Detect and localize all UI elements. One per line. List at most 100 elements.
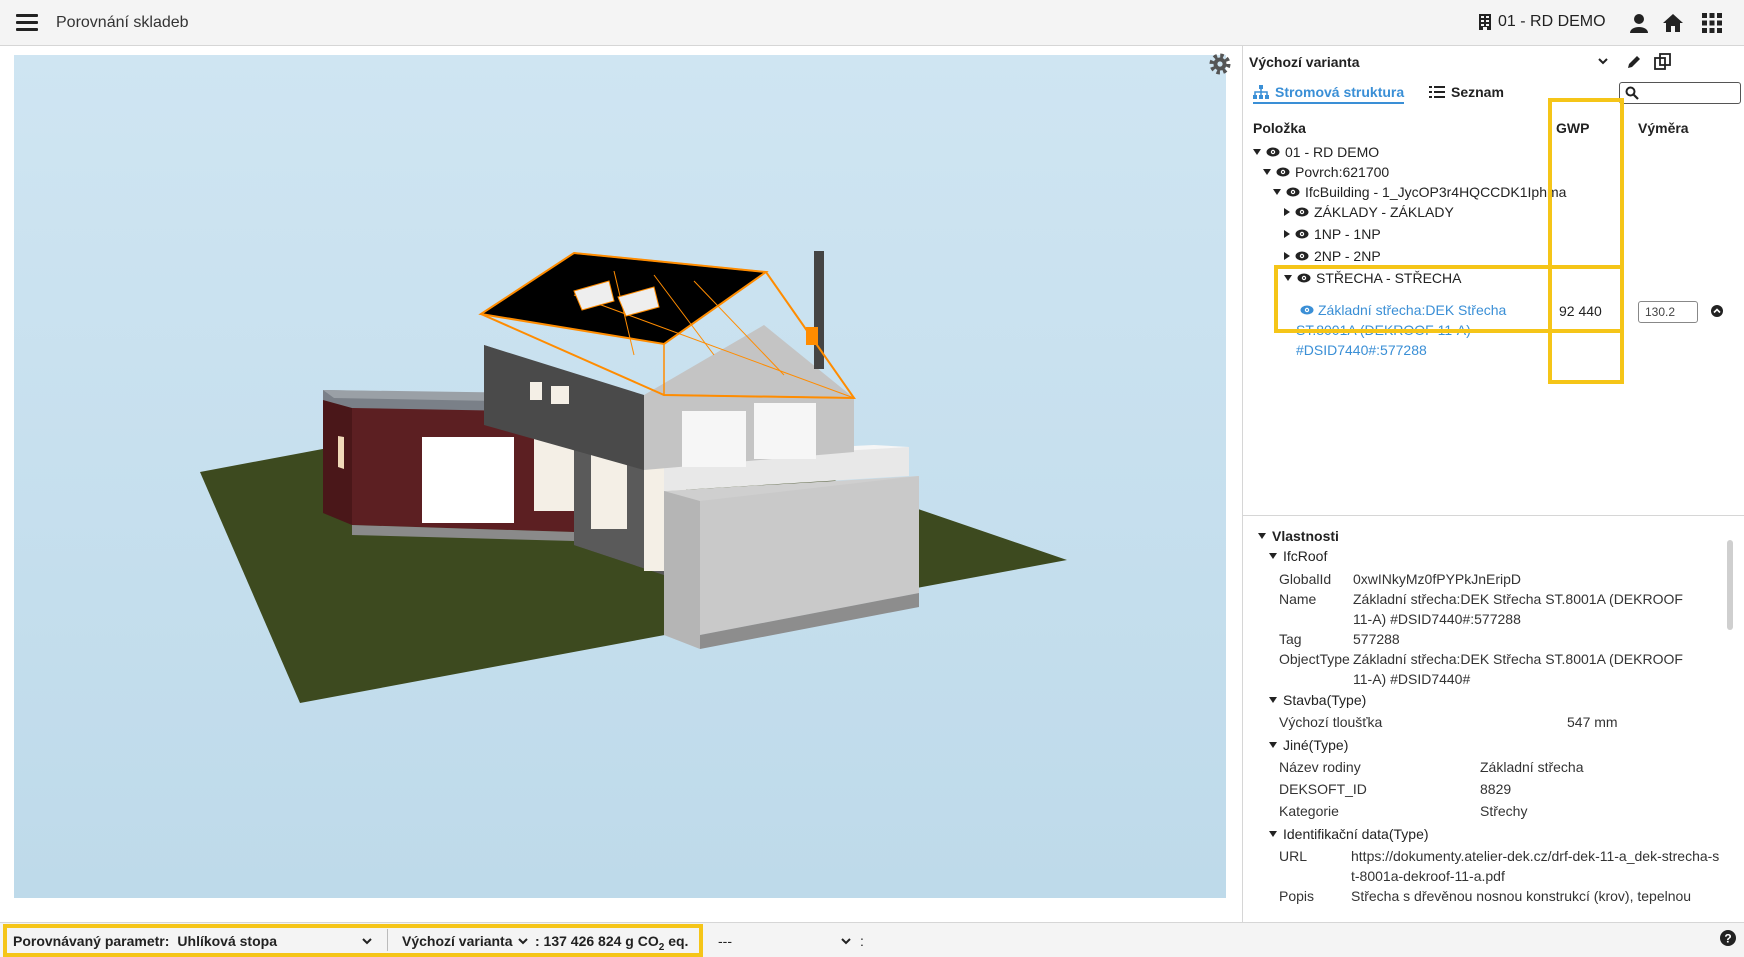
copy-icon[interactable] [1653,52,1673,72]
collapse-toggle-icon[interactable] [1269,697,1277,703]
tab-list[interactable]: Seznam [1429,84,1504,100]
variant-name: Výchozí varianta [1249,54,1360,70]
base-variant-selector[interactable]: Výchozí varianta [402,933,529,949]
property-value: Základní střecha:DEK Střecha ST.8001A (D… [1353,651,1683,687]
expand-toggle-icon[interactable] [1284,252,1290,260]
parameter-selector[interactable]: Porovnávaný parametr: Uhlíková stopa [13,933,373,949]
property-section[interactable]: Jiné(Type) [1269,737,1348,753]
property-key: Tag [1279,631,1302,647]
property-section-title: Stavba(Type) [1283,692,1367,708]
eye-icon[interactable] [1297,273,1311,283]
property-section[interactable]: Identifikační data(Type) [1269,826,1429,842]
expand-toggle-icon[interactable] [1253,149,1261,155]
property-section-title: Jiné(Type) [1283,737,1349,753]
help-icon[interactable]: ? [1720,930,1736,946]
collapse-toggle-icon[interactable] [1269,831,1277,837]
tree-node-label: Povrch:621700 [1295,164,1390,180]
eye-icon[interactable] [1295,251,1309,261]
column-header-item: Položka [1253,120,1306,136]
property-value: Základní střecha [1480,759,1584,775]
svg-text:?: ? [1724,932,1731,946]
compare-variant-name: --- [718,933,732,949]
variant-selector[interactable]: Výchozí varianta [1243,46,1744,80]
tree-node[interactable]: Povrch:621700 [1263,162,1389,182]
collapse-toggle-icon[interactable] [1258,533,1266,539]
area-input[interactable] [1638,301,1698,323]
property-key: GlobalId [1279,571,1332,587]
collapse-toggle-icon[interactable] [1269,553,1277,559]
tree-node-label: IfcBuilding - 1_JycOP3r4HQCCDK1Iphma [1305,184,1567,200]
compare-variant-selector[interactable]: --- : [718,933,864,949]
property-key: Název rodiny [1279,759,1361,775]
panel-tabs: Stromová struktura Seznam [1243,80,1744,108]
expand-toggle-icon[interactable] [1284,230,1290,238]
tree-node[interactable]: STŘECHA - STŘECHA [1284,268,1461,288]
apps-grid-icon[interactable] [1701,12,1723,34]
selected-item-label: Základní střecha:DEK Střecha ST.8001A (D… [1296,302,1507,358]
column-header-area: Výměra [1638,120,1689,136]
expand-toggle-icon[interactable] [1263,169,1271,175]
property-key: ObjectType [1279,651,1350,667]
settings-gear-icon[interactable] [1208,52,1232,76]
divider [387,929,388,951]
property-value: Střechy [1480,803,1528,819]
search-box[interactable] [1619,82,1741,104]
expand-toggle-icon[interactable] [1284,275,1292,281]
search-input[interactable] [1642,84,1738,102]
property-section-title: Identifikační data(Type) [1283,826,1429,842]
building-icon [1479,14,1491,30]
page-title: Porovnání skladeb [56,14,189,31]
properties-scrollbar[interactable] [1727,540,1733,630]
project-selector[interactable]: 01 - RD DEMO [1478,13,1606,31]
property-value: 8829 [1480,781,1512,797]
eye-icon[interactable] [1286,187,1300,197]
chevron-down-icon[interactable] [361,935,373,947]
tree-node[interactable]: 01 - RD DEMO [1253,142,1379,162]
top-bar: Porovnání skladeb 01 - RD DEMO [0,0,1744,46]
properties-header[interactable]: Vlastnosti [1258,528,1339,544]
tree-view: 01 - RD DEMO Povrch:621700 IfcBuilding -… [1243,142,1744,442]
chevron-down-icon[interactable] [1597,55,1609,67]
compare-colon: : [860,933,864,949]
expand-toggle-icon[interactable] [1284,208,1290,216]
search-icon [1625,86,1639,100]
property-key: Name [1279,591,1317,607]
properties-panel: Vlastnosti IfcRoof GlobalId 0xwINkyMz0fP… [1242,522,1722,922]
tree-node[interactable]: IfcBuilding - 1_JycOP3r4HQCCDK1Iphma [1273,182,1566,202]
panel-divider [1242,515,1744,516]
tree-node[interactable]: 2NP - 2NP [1284,246,1381,266]
expand-toggle-icon[interactable] [1273,189,1281,195]
eye-icon[interactable] [1276,167,1290,177]
selected-tree-item[interactable]: Základní střecha:DEK Střecha ST.8001A (D… [1296,300,1536,360]
tab-tree-label: Stromová struktura [1275,84,1405,100]
chevron-up-circle-icon[interactable] [1711,305,1723,317]
eye-icon[interactable] [1295,207,1309,217]
building-model[interactable] [14,55,1226,898]
hamburger-menu-icon[interactable] [16,14,38,32]
property-section-title: IfcRoof [1283,548,1328,564]
user-icon[interactable] [1628,12,1650,34]
property-key: Popis [1279,888,1315,904]
property-value: 0xwINkyMz0fPYPkJnEripD [1353,571,1522,587]
parameter-value: Uhlíková stopa [177,933,277,949]
3d-viewport[interactable] [14,55,1226,898]
tree-node[interactable]: ZÁKLADY - ZÁKLADY [1284,202,1454,222]
chevron-down-icon[interactable] [517,935,529,947]
selected-item-gwp: 92 440 [1559,303,1602,319]
eye-icon[interactable] [1266,147,1280,157]
edit-pencil-icon[interactable] [1625,53,1643,71]
project-name: 01 - RD DEMO [1498,13,1606,30]
chevron-down-icon[interactable] [840,935,852,947]
home-icon[interactable] [1662,12,1684,34]
property-section[interactable]: IfcRoof [1269,548,1327,564]
collapse-toggle-icon[interactable] [1269,742,1277,748]
tree-node-label: STŘECHA - STŘECHA [1316,270,1462,286]
total-value-unit: eq. [664,933,689,949]
eye-icon[interactable] [1295,229,1309,239]
property-value[interactable]: https://dokumenty.atelier-dek.cz/drf-dek… [1351,846,1721,886]
tree-column-headers: Položka GWP Výměra [1243,118,1744,138]
tab-tree-structure[interactable]: Stromová struktura [1253,84,1405,104]
property-section[interactable]: Stavba(Type) [1269,692,1366,708]
tree-node[interactable]: 1NP - 1NP [1284,224,1381,244]
tree-node-label: ZÁKLADY - ZÁKLADY [1314,204,1454,220]
